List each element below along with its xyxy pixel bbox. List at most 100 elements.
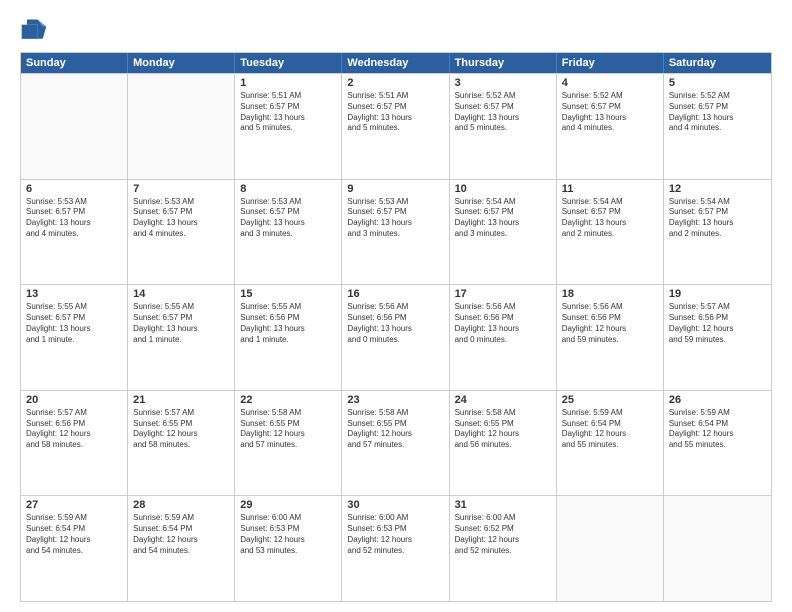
calendar-cell: 11 Sunrise: 5:54 AM Sunset: 6:57 PM Dayli… <box>557 180 664 285</box>
cell-info: Sunrise: 5:55 AM Sunset: 6:57 PM Dayligh… <box>26 302 122 345</box>
cell-info: Sunrise: 5:59 AM Sunset: 6:54 PM Dayligh… <box>669 408 766 451</box>
day-number: 3 <box>455 77 551 89</box>
page: SundayMondayTuesdayWednesdayThursdayFrid… <box>0 0 792 612</box>
cell-info: Sunrise: 5:58 AM Sunset: 6:55 PM Dayligh… <box>240 408 336 451</box>
calendar-body: 1 Sunrise: 5:51 AM Sunset: 6:57 PM Daylig… <box>21 73 771 601</box>
cell-info: Sunrise: 5:54 AM Sunset: 6:57 PM Dayligh… <box>669 197 766 240</box>
calendar-cell: 26 Sunrise: 5:59 AM Sunset: 6:54 PM Dayli… <box>664 391 771 496</box>
calendar-cell: 25 Sunrise: 5:59 AM Sunset: 6:54 PM Dayli… <box>557 391 664 496</box>
day-number: 30 <box>347 499 443 511</box>
cell-info: Sunrise: 6:00 AM Sunset: 6:52 PM Dayligh… <box>455 513 551 556</box>
cell-info: Sunrise: 5:58 AM Sunset: 6:55 PM Dayligh… <box>455 408 551 451</box>
day-number: 28 <box>133 499 229 511</box>
day-number: 26 <box>669 394 766 406</box>
day-number: 4 <box>562 77 658 89</box>
cell-info: Sunrise: 5:54 AM Sunset: 6:57 PM Dayligh… <box>562 197 658 240</box>
calendar-cell: 20 Sunrise: 5:57 AM Sunset: 6:56 PM Dayli… <box>21 391 128 496</box>
calendar-cell <box>557 496 664 601</box>
cell-info: Sunrise: 5:53 AM Sunset: 6:57 PM Dayligh… <box>240 197 336 240</box>
calendar-cell: 21 Sunrise: 5:57 AM Sunset: 6:55 PM Dayli… <box>128 391 235 496</box>
calendar-week-1: 1 Sunrise: 5:51 AM Sunset: 6:57 PM Daylig… <box>21 73 771 179</box>
cell-info: Sunrise: 5:51 AM Sunset: 6:57 PM Dayligh… <box>347 91 443 134</box>
day-number: 20 <box>26 394 122 406</box>
calendar-cell: 23 Sunrise: 5:58 AM Sunset: 6:55 PM Dayli… <box>342 391 449 496</box>
calendar-header-wednesday: Wednesday <box>342 53 449 73</box>
calendar-header-friday: Friday <box>557 53 664 73</box>
calendar-cell: 14 Sunrise: 5:55 AM Sunset: 6:57 PM Dayli… <box>128 285 235 390</box>
day-number: 27 <box>26 499 122 511</box>
calendar-cell: 17 Sunrise: 5:56 AM Sunset: 6:56 PM Dayli… <box>450 285 557 390</box>
cell-info: Sunrise: 5:52 AM Sunset: 6:57 PM Dayligh… <box>455 91 551 134</box>
calendar-cell: 13Sunrise: 5:55 AM Sunset: 6:57 PM Dayli… <box>21 285 128 390</box>
day-number: 14 <box>133 288 229 300</box>
calendar-week-2: 6 Sunrise: 5:53 AM Sunset: 6:57 PM Daylig… <box>21 179 771 285</box>
calendar-cell: 2Sunrise: 5:51 AM Sunset: 6:57 PM Daylig… <box>342 74 449 179</box>
calendar-week-3: 13Sunrise: 5:55 AM Sunset: 6:57 PM Dayli… <box>21 284 771 390</box>
cell-info: Sunrise: 5:57 AM Sunset: 6:56 PM Dayligh… <box>669 302 766 345</box>
day-number: 17 <box>455 288 551 300</box>
calendar-cell: 12 Sunrise: 5:54 AM Sunset: 6:57 PM Dayli… <box>664 180 771 285</box>
calendar-cell: 16 Sunrise: 5:56 AM Sunset: 6:56 PM Dayli… <box>342 285 449 390</box>
calendar-header-monday: Monday <box>128 53 235 73</box>
cell-info: Sunrise: 5:57 AM Sunset: 6:56 PM Dayligh… <box>26 408 122 451</box>
day-number: 23 <box>347 394 443 406</box>
day-number: 8 <box>240 183 336 195</box>
calendar-cell: 9Sunrise: 5:53 AM Sunset: 6:57 PM Daylig… <box>342 180 449 285</box>
calendar-week-4: 20 Sunrise: 5:57 AM Sunset: 6:56 PM Dayli… <box>21 390 771 496</box>
cell-info: Sunrise: 5:55 AM Sunset: 6:57 PM Dayligh… <box>133 302 229 345</box>
day-number: 22 <box>240 394 336 406</box>
calendar-cell: 18 Sunrise: 5:56 AM Sunset: 6:56 PM Dayli… <box>557 285 664 390</box>
calendar-header-saturday: Saturday <box>664 53 771 73</box>
logo <box>20 16 52 44</box>
calendar-cell: 5 Sunrise: 5:52 AM Sunset: 6:57 PM Daylig… <box>664 74 771 179</box>
day-number: 11 <box>562 183 658 195</box>
day-number: 21 <box>133 394 229 406</box>
cell-info: Sunrise: 5:51 AM Sunset: 6:57 PM Dayligh… <box>240 91 336 134</box>
cell-info: Sunrise: 5:52 AM Sunset: 6:57 PM Dayligh… <box>669 91 766 134</box>
calendar-cell: 30 Sunrise: 6:00 AM Sunset: 6:53 PM Dayli… <box>342 496 449 601</box>
cell-info: Sunrise: 5:53 AM Sunset: 6:57 PM Dayligh… <box>26 197 122 240</box>
day-number: 6 <box>26 183 122 195</box>
cell-info: Sunrise: 5:54 AM Sunset: 6:57 PM Dayligh… <box>455 197 551 240</box>
cell-info: Sunrise: 5:59 AM Sunset: 6:54 PM Dayligh… <box>562 408 658 451</box>
cell-info: Sunrise: 5:56 AM Sunset: 6:56 PM Dayligh… <box>455 302 551 345</box>
calendar-cell: 28 Sunrise: 5:59 AM Sunset: 6:54 PM Dayli… <box>128 496 235 601</box>
calendar-cell: 31 Sunrise: 6:00 AM Sunset: 6:52 PM Dayli… <box>450 496 557 601</box>
calendar-cell: 24 Sunrise: 5:58 AM Sunset: 6:55 PM Dayli… <box>450 391 557 496</box>
calendar-cell: 22 Sunrise: 5:58 AM Sunset: 6:55 PM Dayli… <box>235 391 342 496</box>
day-number: 29 <box>240 499 336 511</box>
calendar-cell <box>128 74 235 179</box>
calendar-header-row: SundayMondayTuesdayWednesdayThursdayFrid… <box>21 53 771 73</box>
calendar-header-thursday: Thursday <box>450 53 557 73</box>
calendar-cell: 7Sunrise: 5:53 AM Sunset: 6:57 PM Daylig… <box>128 180 235 285</box>
calendar-cell <box>21 74 128 179</box>
cell-info: Sunrise: 5:55 AM Sunset: 6:56 PM Dayligh… <box>240 302 336 345</box>
calendar-cell <box>664 496 771 601</box>
day-number: 5 <box>669 77 766 89</box>
calendar-cell: 19Sunrise: 5:57 AM Sunset: 6:56 PM Dayli… <box>664 285 771 390</box>
cell-info: Sunrise: 5:57 AM Sunset: 6:55 PM Dayligh… <box>133 408 229 451</box>
day-number: 9 <box>347 183 443 195</box>
day-number: 12 <box>669 183 766 195</box>
cell-info: Sunrise: 5:56 AM Sunset: 6:56 PM Dayligh… <box>562 302 658 345</box>
day-number: 24 <box>455 394 551 406</box>
day-number: 10 <box>455 183 551 195</box>
cell-info: Sunrise: 5:56 AM Sunset: 6:56 PM Dayligh… <box>347 302 443 345</box>
calendar-cell: 4Sunrise: 5:52 AM Sunset: 6:57 PM Daylig… <box>557 74 664 179</box>
calendar: SundayMondayTuesdayWednesdayThursdayFrid… <box>20 52 772 602</box>
cell-info: Sunrise: 5:59 AM Sunset: 6:54 PM Dayligh… <box>133 513 229 556</box>
cell-info: Sunrise: 6:00 AM Sunset: 6:53 PM Dayligh… <box>347 513 443 556</box>
day-number: 7 <box>133 183 229 195</box>
calendar-cell: 3 Sunrise: 5:52 AM Sunset: 6:57 PM Daylig… <box>450 74 557 179</box>
cell-info: Sunrise: 5:58 AM Sunset: 6:55 PM Dayligh… <box>347 408 443 451</box>
logo-icon <box>20 16 48 44</box>
calendar-week-5: 27 Sunrise: 5:59 AM Sunset: 6:54 PM Dayli… <box>21 495 771 601</box>
day-number: 15 <box>240 288 336 300</box>
calendar-cell: 15 Sunrise: 5:55 AM Sunset: 6:56 PM Dayli… <box>235 285 342 390</box>
cell-info: Sunrise: 6:00 AM Sunset: 6:53 PM Dayligh… <box>240 513 336 556</box>
day-number: 16 <box>347 288 443 300</box>
day-number: 31 <box>455 499 551 511</box>
day-number: 25 <box>562 394 658 406</box>
day-number: 18 <box>562 288 658 300</box>
day-number: 1 <box>240 77 336 89</box>
